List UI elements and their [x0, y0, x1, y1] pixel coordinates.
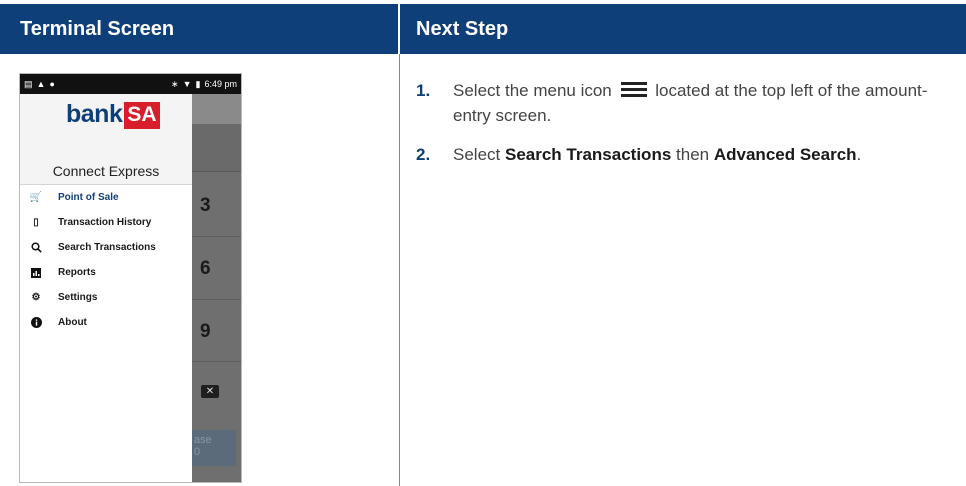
background-header — [192, 94, 241, 124]
drawer-menu: 🛒 Point of Sale ▯ Transaction History Se… — [20, 185, 192, 335]
step-text-part: Select — [453, 145, 501, 164]
terminal-screen-header: Terminal Screen — [0, 4, 398, 54]
bluetooth-icon: ∗ — [171, 78, 179, 89]
menu-item-label: Search Transactions — [58, 242, 156, 253]
step-text: Select Search Transactions then Advanced… — [453, 142, 861, 167]
search-icon — [29, 242, 43, 254]
terminal-screenshot: ▤ ▲ ● ∗ ▼ ▮ 6:49 pm 3 6 9 ✕ ase 0 bank S… — [19, 73, 242, 483]
column-divider — [399, 54, 400, 486]
step-2: 2. Select Search Transactions then Advan… — [416, 142, 956, 167]
menu-item-settings[interactable]: ⚙ Settings — [20, 285, 192, 310]
purchase-button-label: ase — [194, 434, 212, 446]
backspace-icon[interactable]: ✕ — [201, 385, 219, 398]
next-step-title: Next Step — [416, 17, 509, 40]
receipt-icon: ▯ — [33, 217, 39, 228]
background-amount-bar — [192, 124, 241, 172]
notification-icon: ▤ — [24, 78, 33, 89]
step-text: Select the menu icon located at the top … — [453, 78, 956, 128]
menu-item-label: About — [58, 317, 87, 328]
warning-icon: ▲ — [36, 79, 46, 89]
cart-icon: 🛒 — [29, 192, 43, 203]
menu-item-label: Settings — [58, 292, 98, 303]
menu-item-transaction-history[interactable]: ▯ Transaction History — [20, 210, 192, 235]
reports-icon — [29, 267, 43, 279]
menu-item-label: Transaction History — [58, 217, 152, 228]
step-bold-text: Advanced Search — [713, 145, 857, 164]
status-bar: ▤ ▲ ● ∗ ▼ ▮ 6:49 pm — [20, 74, 241, 94]
step-text-part: Select the menu icon — [453, 81, 612, 100]
next-step-header: Next Step — [400, 4, 966, 54]
banksa-logo: bank SA — [66, 100, 160, 129]
menu-item-label: Reports — [58, 267, 96, 278]
wifi-icon: ▼ — [182, 79, 192, 89]
step-text-part: . — [856, 145, 862, 164]
status-time: 6:49 pm — [204, 79, 237, 89]
terminal-screen-title: Terminal Screen — [20, 17, 175, 40]
menu-item-label: Point of Sale — [58, 192, 119, 203]
hamburger-menu-icon — [620, 82, 647, 98]
step-number: 1. — [416, 81, 431, 100]
menu-item-about[interactable]: About — [20, 310, 192, 335]
menu-item-point-of-sale[interactable]: 🛒 Point of Sale — [20, 185, 192, 210]
keypad-key[interactable]: 9 — [200, 321, 211, 343]
purchase-button-amount: 0 — [194, 446, 201, 458]
info-icon — [29, 317, 43, 329]
keypad-key[interactable]: 6 — [200, 258, 211, 280]
key-divider — [192, 236, 241, 237]
app-name: Connect Express — [52, 163, 160, 179]
step-text-part: then — [676, 145, 710, 164]
logo-sa-text: SA — [124, 102, 160, 129]
key-divider — [192, 361, 241, 362]
battery-icon: ▮ — [195, 78, 201, 89]
drawer-header: bank SA Connect Express — [20, 94, 192, 185]
logo-bank-text: bank — [66, 100, 123, 128]
step-1: 1. Select the menu icon located at the t… — [416, 78, 956, 128]
step-number: 2. — [416, 145, 431, 164]
key-divider — [192, 299, 241, 300]
steps-list: 1. Select the menu icon located at the t… — [416, 78, 956, 181]
purchase-button[interactable]: ase 0 — [192, 430, 236, 466]
dot-icon: ● — [49, 79, 55, 89]
menu-item-search-transactions[interactable]: Search Transactions — [20, 235, 192, 260]
navigation-drawer: bank SA Connect Express 🛒 Point of Sale … — [20, 94, 192, 482]
menu-item-reports[interactable]: Reports — [20, 260, 192, 285]
keypad-key[interactable]: 3 — [200, 195, 211, 217]
gear-icon: ⚙ — [31, 292, 41, 303]
step-bold-text: Search Transactions — [504, 145, 672, 164]
